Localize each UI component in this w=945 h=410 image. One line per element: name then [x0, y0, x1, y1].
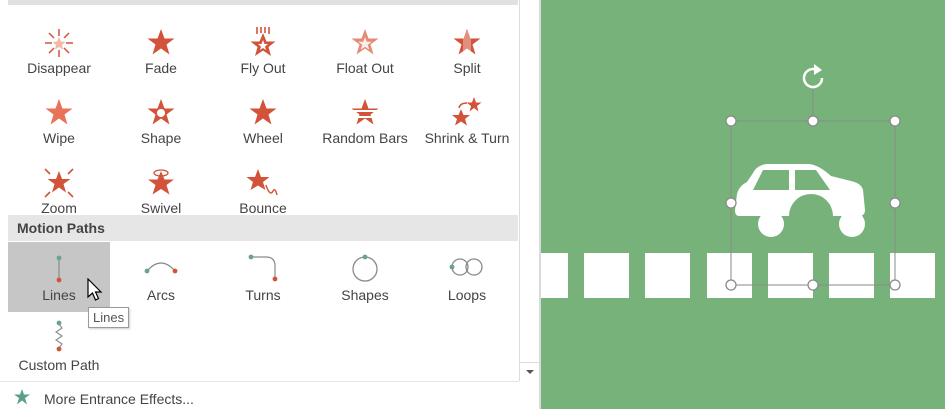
- effect-random-bars[interactable]: Random Bars: [314, 85, 416, 155]
- lines-path-icon: [56, 255, 62, 283]
- effect-label: Float Out: [336, 60, 394, 76]
- custom-path-icon: [55, 320, 63, 352]
- effect-shrink-turn[interactable]: Shrink & Turn: [416, 85, 518, 155]
- wheel-star-icon: [249, 99, 277, 125]
- motion-path-label: Shapes: [341, 287, 389, 303]
- gallery-top-header: [8, 0, 518, 5]
- effect-label: Shape: [140, 130, 182, 146]
- turns-path-icon: [248, 254, 278, 282]
- mouse-cursor-icon: [87, 278, 103, 301]
- bounce-star-icon: [246, 169, 278, 196]
- slide-canvas[interactable]: [541, 0, 945, 409]
- shape-star-icon: [147, 99, 175, 125]
- shrink-turn-star-icon: [452, 97, 482, 126]
- effect-label: Zoom: [41, 200, 77, 216]
- more-entrance-effects-item[interactable]: More Entrance Effects...: [0, 381, 519, 410]
- effect-wheel[interactable]: Wheel: [212, 85, 314, 155]
- star-icon: [14, 389, 30, 405]
- motion-path-loops[interactable]: Loops: [416, 242, 518, 312]
- shapes-path-icon: [352, 254, 378, 282]
- motion-path-turns[interactable]: Turns: [212, 242, 314, 312]
- effect-label: Wipe: [43, 130, 75, 146]
- effect-label: Disappear: [27, 60, 91, 76]
- effect-wipe[interactable]: Wipe: [8, 85, 110, 155]
- float-out-star-icon: [351, 29, 379, 55]
- vertical-scrollbar[interactable]: [519, 0, 540, 381]
- disappear-star-icon: [45, 29, 73, 57]
- effect-fly-out[interactable]: Fly Out: [212, 15, 314, 85]
- effect-label: Bounce: [239, 200, 287, 216]
- effect-label: Fly Out: [240, 60, 286, 76]
- arcs-path-icon: [144, 262, 178, 274]
- motion-paths-header: Motion Paths: [8, 215, 518, 241]
- rotate-handle-icon: [802, 64, 824, 89]
- effect-label: Split: [453, 60, 481, 76]
- effect-label: Shrink & Turn: [424, 130, 510, 146]
- motion-path-label: Turns: [245, 287, 281, 303]
- motion-path-arcs[interactable]: Arcs: [110, 242, 212, 312]
- effect-disappear[interactable]: Disappear: [8, 15, 110, 85]
- section-title: Motion Paths: [17, 220, 105, 236]
- random-bars-star-icon: [351, 99, 379, 125]
- split-star-icon: [453, 29, 481, 55]
- effect-label: Swivel: [140, 200, 182, 216]
- effect-fade[interactable]: Fade: [110, 15, 212, 85]
- fly-out-star-icon: [250, 27, 276, 56]
- tooltip: Lines: [88, 307, 130, 328]
- zoom-star-icon: [44, 168, 74, 198]
- effect-label: Wheel: [243, 130, 283, 146]
- effect-shape[interactable]: Shape: [110, 85, 212, 155]
- effect-float-out[interactable]: Float Out: [314, 15, 416, 85]
- fade-star-icon: [147, 29, 175, 55]
- car-icon: [735, 164, 865, 237]
- more-entrance-effects-label: More Entrance Effects...: [44, 391, 194, 407]
- effect-split[interactable]: Split: [416, 15, 518, 85]
- motion-path-label: Custom Path: [18, 357, 100, 373]
- chevron-down-icon: [526, 370, 534, 374]
- selection-overlay: [725, 64, 901, 291]
- effect-label: Fade: [145, 60, 177, 76]
- scroll-down-button[interactable]: [520, 362, 540, 381]
- animation-gallery: Disappear Fade Fly Out Float Out Split W…: [0, 0, 519, 410]
- loops-path-icon: [449, 258, 483, 276]
- wipe-star-icon: [45, 99, 73, 125]
- effect-label: Random Bars: [322, 130, 408, 146]
- motion-path-shapes[interactable]: Shapes: [314, 242, 416, 312]
- motion-path-label: Arcs: [147, 287, 175, 303]
- swivel-star-icon: [148, 169, 174, 195]
- motion-path-label: Loops: [447, 287, 487, 303]
